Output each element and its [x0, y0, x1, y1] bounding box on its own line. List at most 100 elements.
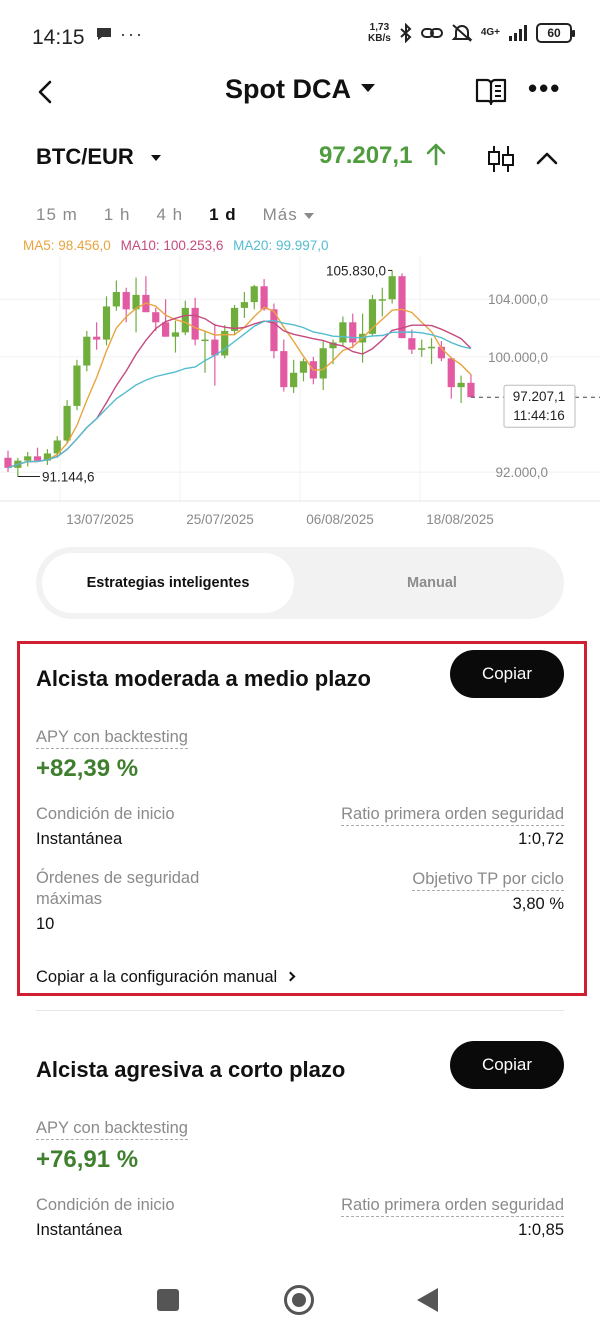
ma10-label: MA10: 100.253,6 — [120, 238, 224, 253]
caret-down-icon[interactable] — [151, 155, 161, 161]
strategy-title: Alcista moderada a medio plazo — [36, 666, 371, 691]
x-tick-label: 06/08/2025 — [306, 512, 374, 527]
signal-icon — [509, 25, 527, 41]
more-options-icon[interactable]: ••• — [528, 75, 562, 104]
arrow-up-icon — [426, 143, 446, 166]
start-condition-value: Instantánea — [36, 1221, 123, 1239]
candle — [378, 299, 386, 301]
strategy-title: Alcista agresiva a corto plazo — [36, 1057, 346, 1082]
candle — [181, 307, 189, 333]
last-price-tag: 97.207,1 — [513, 389, 566, 404]
safety-ratio-value: 1:0,85 — [518, 1221, 564, 1239]
back-triangle-icon[interactable] — [417, 1288, 438, 1312]
candle — [24, 456, 32, 461]
battery-icon: 60 — [536, 23, 575, 43]
chat-notification-icon — [97, 28, 111, 40]
apy-value: +76,91 % — [36, 1146, 139, 1173]
candle — [93, 336, 101, 340]
ma-legend: MA5: 98.456,0 MA10: 100.253,6 MA20: 99.9… — [23, 238, 329, 253]
pair-selector[interactable]: BTC/EUR — [36, 144, 134, 170]
candlestick-chart-icon[interactable] — [486, 144, 516, 174]
tab-more[interactable]: Más — [263, 205, 314, 225]
candle — [201, 339, 209, 342]
candle — [447, 358, 455, 388]
tab-smart-strategies[interactable]: Estrategias inteligentes — [42, 553, 294, 613]
candle — [63, 405, 71, 441]
caret-down-icon — [303, 212, 314, 219]
page-title-dropdown[interactable]: Spot DCA — [0, 74, 600, 105]
home-icon[interactable] — [284, 1285, 314, 1315]
system-nav-bar — [0, 1265, 600, 1335]
candle — [457, 382, 465, 388]
copy-button[interactable]: Copiar — [450, 650, 564, 698]
more-notifications-icon: ··· — [120, 24, 144, 44]
price-chart[interactable]: 104.000,0 100.000,0 92.000,0 13/07/2025 25/0… — [0, 256, 600, 536]
network-speed: 1,73 KB/s — [368, 22, 391, 44]
book-guide-icon[interactable] — [474, 74, 508, 108]
tab-15m[interactable]: 15 m — [36, 205, 78, 225]
safety-ratio-value: 1:0,72 — [518, 830, 564, 848]
x-tick-label: 13/07/2025 — [66, 512, 134, 527]
start-condition-label: Condición de inicio — [36, 1196, 175, 1214]
low-price-label: 91.144,6 — [42, 470, 95, 485]
candle — [152, 312, 160, 323]
clock: 14:15 — [32, 26, 85, 49]
last-price: 97.207,1 — [319, 142, 447, 170]
tab-1h[interactable]: 1 h — [104, 205, 131, 225]
candle — [339, 322, 347, 343]
max-safety-orders-value: 10 — [36, 915, 55, 933]
link-icon — [420, 28, 443, 38]
tab-more-label: Más — [262, 205, 298, 224]
tp-target-value: 3,80 % — [512, 895, 564, 913]
candle — [280, 351, 288, 388]
candle — [290, 372, 298, 388]
strategy-mode-toggle: Estrategias inteligentes Manual — [36, 547, 564, 619]
strategy-card: Alcista agresiva a corto plazo Copiar AP… — [36, 1041, 564, 1265]
candle — [418, 348, 426, 350]
apy-label[interactable]: APY con backtesting — [36, 1119, 188, 1140]
strategy-card: Alcista moderada a medio plazo Copiar AP… — [36, 650, 564, 990]
candle — [171, 332, 180, 337]
tp-target-label[interactable]: Objetivo TP por ciclo — [412, 870, 564, 891]
tab-manual[interactable]: Manual — [306, 553, 558, 613]
apy-label[interactable]: APY con backtesting — [36, 728, 188, 749]
ma20-label: MA20: 99.997,0 — [233, 238, 329, 253]
candle — [240, 302, 248, 308]
chevron-right-icon — [285, 971, 296, 982]
copy-button[interactable]: Copiar — [450, 1041, 564, 1089]
safety-ratio-label[interactable]: Ratio primera orden seguridad — [341, 805, 564, 826]
safety-ratio-label[interactable]: Ratio primera orden seguridad — [341, 1196, 564, 1217]
chevron-up-icon[interactable] — [534, 146, 560, 172]
apy-value: +82,39 % — [36, 755, 139, 782]
notification-icons: ··· — [95, 24, 144, 45]
x-tick-label: 25/07/2025 — [186, 512, 254, 527]
candle — [250, 286, 258, 303]
candle-countdown: 11:44:16 — [513, 408, 565, 423]
y-tick-label: 100.000,0 — [488, 350, 548, 365]
candle — [427, 346, 436, 349]
recent-apps-icon[interactable] — [157, 1289, 179, 1311]
x-tick-label: 18/08/2025 — [426, 512, 494, 527]
high-price-label: 105.830,0 — [326, 263, 386, 278]
tab-4h[interactable]: 4 h — [156, 205, 183, 225]
status-bar: 14:15 ··· 1,73 KB/s 4G+ 60 — [0, 0, 600, 72]
network-type: 4G+ — [480, 27, 500, 38]
copy-to-manual-link[interactable]: Copiar a la configuración manual — [36, 968, 296, 987]
candle — [349, 322, 357, 343]
timeframe-tabs: 15 m 1 h 4 h 1 d Más — [36, 204, 340, 226]
page-title: Spot DCA — [225, 74, 351, 104]
start-condition-value: Instantánea — [36, 830, 123, 848]
candle — [112, 292, 120, 307]
max-safety-orders-label: Órdenes de seguridad máximas — [36, 869, 200, 908]
pair-row: BTC/EUR 97.207,1 — [0, 140, 600, 176]
candle — [260, 286, 268, 310]
tab-1d[interactable]: 1 d — [209, 205, 237, 225]
candle — [122, 292, 130, 310]
candle — [191, 307, 199, 340]
top-app-bar: Spot DCA ••• — [0, 72, 600, 112]
candle — [467, 382, 475, 398]
candle — [33, 456, 42, 461]
caret-down-icon — [360, 83, 375, 92]
last-price-value: 97.207,1 — [319, 142, 413, 169]
bluetooth-icon — [400, 23, 412, 43]
